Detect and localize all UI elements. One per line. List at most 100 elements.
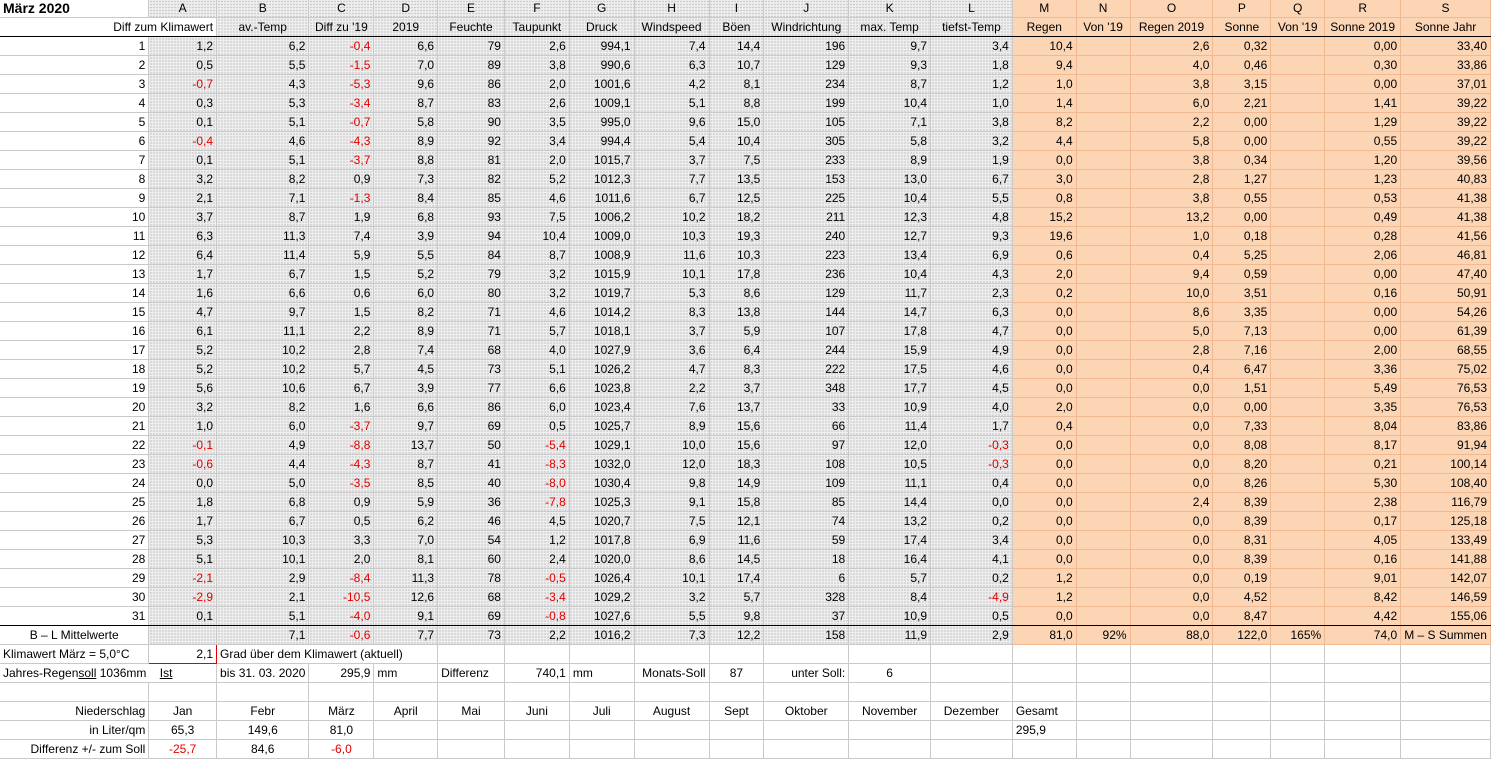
data-cell[interactable]: 105 <box>763 112 850 132</box>
sheet-title[interactable]: März 2020 <box>0 0 150 18</box>
data-cell[interactable]: 15,8 <box>709 492 765 512</box>
data-cell[interactable]: 7,33 <box>1212 416 1272 436</box>
data-cell[interactable]: 1027,9 <box>569 340 635 360</box>
empty-cell[interactable] <box>930 663 1013 683</box>
data-cell[interactable]: 3,51 <box>1212 283 1272 303</box>
empty-cell[interactable] <box>1012 644 1077 664</box>
data-cell[interactable] <box>1270 378 1326 398</box>
month-value[interactable] <box>373 720 439 740</box>
empty-cell[interactable] <box>1270 720 1326 740</box>
data-cell[interactable]: 71 <box>437 321 505 341</box>
data-cell[interactable]: 5,25 <box>1212 245 1272 265</box>
data-cell[interactable]: 3,7 <box>148 207 218 227</box>
data-cell[interactable]: 0,2 <box>930 568 1013 588</box>
data-cell[interactable]: 7,1 <box>216 188 310 208</box>
data-cell[interactable]: 3,7 <box>634 150 710 170</box>
data-cell[interactable]: -8,4 <box>308 568 375 588</box>
data-cell[interactable]: 7,4 <box>373 340 439 360</box>
data-cell[interactable]: 0,0 <box>1130 511 1214 531</box>
data-cell[interactable]: 8,39 <box>1212 492 1272 512</box>
data-cell[interactable]: 4,5 <box>930 378 1013 398</box>
ist-date[interactable]: bis 31. 03. 2020 <box>216 663 310 683</box>
data-cell[interactable] <box>1076 340 1131 360</box>
data-cell[interactable]: 3,4 <box>930 36 1013 56</box>
data-cell[interactable]: 5,7 <box>308 359 375 379</box>
data-cell[interactable]: 5,7 <box>709 587 765 607</box>
data-cell[interactable]: 33 <box>763 397 850 417</box>
data-cell[interactable] <box>1270 321 1326 341</box>
data-cell[interactable]: -7,8 <box>504 492 570 512</box>
column-letter[interactable]: M <box>1012 0 1077 18</box>
klimawert-value[interactable]: 2,1 <box>148 644 218 664</box>
row-day[interactable]: 24 <box>0 473 150 493</box>
data-cell[interactable]: 39,56 <box>1400 150 1491 170</box>
data-cell[interactable]: 9,1 <box>373 606 439 626</box>
data-cell[interactable]: 1019,7 <box>569 283 635 303</box>
month-diff[interactable] <box>848 739 932 759</box>
mittelwert-cell[interactable]: 1016,2 <box>569 625 635 645</box>
data-cell[interactable]: 16,4 <box>848 549 932 569</box>
data-cell[interactable]: 5,4 <box>634 131 710 151</box>
data-cell[interactable]: 2,2 <box>1130 112 1214 132</box>
data-cell[interactable]: 1,23 <box>1324 169 1402 189</box>
data-cell[interactable]: 15,6 <box>709 416 765 436</box>
data-cell[interactable]: 2,8 <box>308 340 375 360</box>
mittelwert-cell[interactable]: 12,2 <box>709 625 765 645</box>
data-cell[interactable]: 0,00 <box>1212 397 1272 417</box>
row-day[interactable]: 2 <box>0 55 150 75</box>
data-cell[interactable]: 0,3 <box>148 93 218 113</box>
data-cell[interactable]: 13,2 <box>1130 207 1214 227</box>
data-cell[interactable] <box>1270 245 1326 265</box>
data-cell[interactable]: 15,2 <box>1012 207 1077 227</box>
data-cell[interactable] <box>1076 416 1131 436</box>
empty-cell[interactable] <box>1130 682 1214 702</box>
data-cell[interactable]: 129 <box>763 55 850 75</box>
row-day[interactable]: 9 <box>0 188 150 208</box>
column-letter[interactable]: P <box>1212 0 1272 18</box>
data-cell[interactable]: 1,7 <box>148 264 218 284</box>
data-cell[interactable]: 41,38 <box>1400 188 1491 208</box>
data-cell[interactable]: 85 <box>763 492 850 512</box>
data-cell[interactable]: 5,30 <box>1324 473 1402 493</box>
row-day[interactable]: 6 <box>0 131 150 151</box>
data-cell[interactable]: 14,4 <box>848 492 932 512</box>
column-letter[interactable]: D <box>373 0 439 18</box>
data-cell[interactable]: 18,3 <box>709 454 765 474</box>
row-day[interactable]: 16 <box>0 321 150 341</box>
data-cell[interactable]: 1006,2 <box>569 207 635 227</box>
data-cell[interactable]: 0,17 <box>1324 511 1402 531</box>
regensoll-cell[interactable]: Jahres-Regensoll 1036mm Ist <box>0 663 218 683</box>
data-cell[interactable]: 10,4 <box>848 93 932 113</box>
data-cell[interactable]: -8,3 <box>504 454 570 474</box>
klimawert-text[interactable]: Grad über dem Klimawert (aktuell) <box>216 644 439 664</box>
data-cell[interactable]: 1029,1 <box>569 435 635 455</box>
data-cell[interactable]: 9,6 <box>373 74 439 94</box>
data-cell[interactable]: 144 <box>763 302 850 322</box>
data-cell[interactable]: 89 <box>437 55 505 75</box>
data-cell[interactable]: 15,0 <box>709 112 765 132</box>
data-cell[interactable]: 0,8 <box>1012 188 1077 208</box>
empty-cell[interactable] <box>1270 644 1326 664</box>
data-cell[interactable]: 1018,1 <box>569 321 635 341</box>
data-cell[interactable]: 41,38 <box>1400 207 1491 227</box>
data-cell[interactable]: 328 <box>763 587 850 607</box>
data-cell[interactable]: 3,36 <box>1324 359 1402 379</box>
data-cell[interactable]: 91,94 <box>1400 435 1491 455</box>
data-cell[interactable]: 10,1 <box>634 568 710 588</box>
data-cell[interactable]: 108,40 <box>1400 473 1491 493</box>
data-cell[interactable]: 4,4 <box>1012 131 1077 151</box>
data-cell[interactable]: 60 <box>437 549 505 569</box>
data-cell[interactable]: -0,3 <box>930 454 1013 474</box>
data-cell[interactable]: 36 <box>437 492 505 512</box>
data-cell[interactable]: 6,4 <box>148 245 218 265</box>
data-cell[interactable]: 5,8 <box>1130 131 1214 151</box>
column-header[interactable]: Diff zum Klimawert <box>0 17 218 37</box>
data-cell[interactable]: 86 <box>437 74 505 94</box>
data-cell[interactable]: 6,1 <box>148 321 218 341</box>
empty-cell[interactable] <box>930 682 1013 702</box>
data-cell[interactable]: 8,3 <box>634 302 710 322</box>
data-cell[interactable]: 5,1 <box>634 93 710 113</box>
data-cell[interactable]: 6,2 <box>216 36 310 56</box>
data-cell[interactable]: 8,20 <box>1212 454 1272 474</box>
data-cell[interactable]: 9,4 <box>1012 55 1077 75</box>
